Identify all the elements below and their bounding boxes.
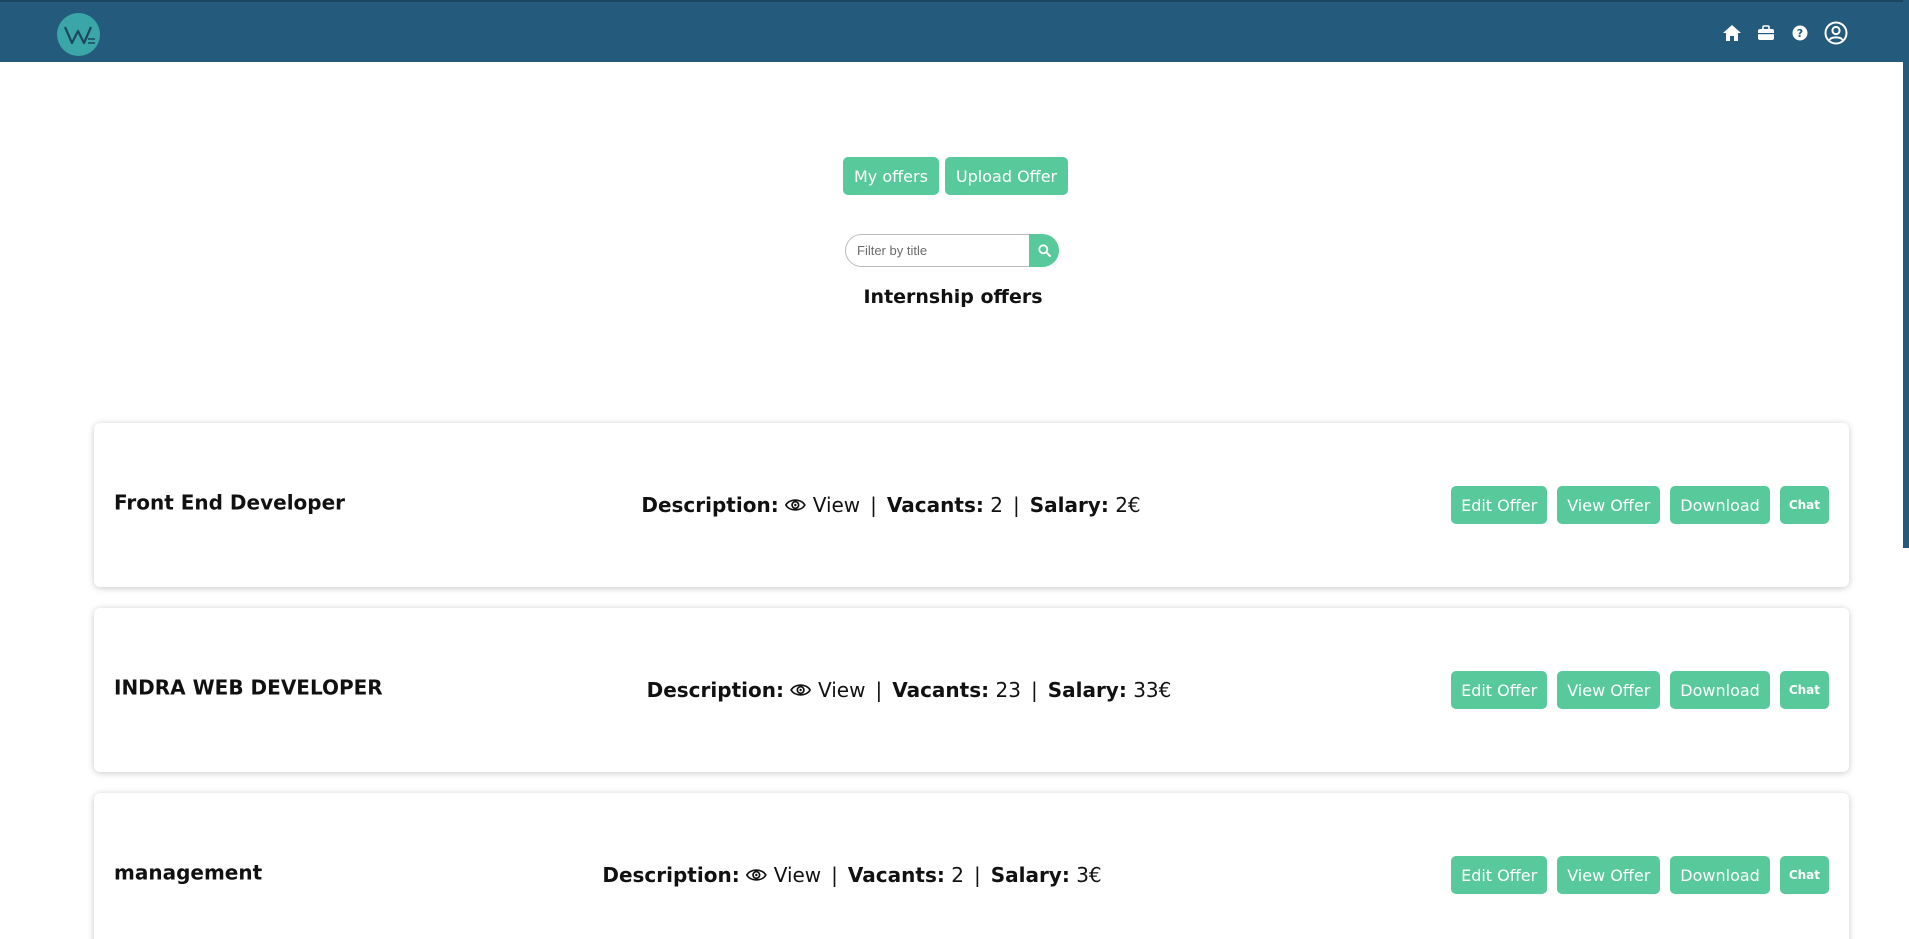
offer-meta: Description: View | Vacants: 2 | Salary:… — [641, 493, 1140, 517]
search-input[interactable] — [845, 234, 1029, 267]
offer-meta: Description: View | Vacants: 2 | Salary:… — [602, 863, 1101, 887]
eye-icon — [790, 682, 812, 698]
vacants-value: 2 — [951, 863, 964, 887]
offer-card: Front End Developer Description: View | … — [94, 423, 1849, 587]
view-description-link[interactable]: View — [818, 678, 865, 702]
separator: | — [1012, 493, 1020, 517]
edit-offer-button[interactable]: Edit Offer — [1451, 671, 1548, 709]
separator: | — [831, 863, 838, 887]
briefcase-icon[interactable] — [1755, 22, 1777, 44]
page-title: Internship offers — [863, 286, 1043, 308]
description-label: Description: — [646, 678, 784, 702]
top-navbar: ? — [0, 0, 1909, 62]
view-description-link[interactable]: View — [774, 863, 821, 887]
download-button[interactable]: Download — [1670, 671, 1770, 709]
search-icon — [1037, 244, 1051, 257]
view-offer-button[interactable]: View Offer — [1557, 486, 1661, 524]
nav-icons: ? — [1721, 20, 1849, 46]
salary-label: Salary: — [1029, 493, 1109, 517]
vacants-value: 2 — [990, 493, 1003, 517]
eye-icon — [746, 867, 768, 883]
logo-mark-icon — [63, 26, 95, 44]
download-button[interactable]: Download — [1670, 486, 1770, 524]
logo[interactable] — [57, 13, 100, 56]
offer-meta: Description: View | Vacants: 23 | Salary… — [647, 678, 1172, 702]
offer-title: management — [114, 860, 263, 885]
salary-value: 33€ — [1133, 678, 1172, 702]
edit-offer-button[interactable]: Edit Offer — [1451, 486, 1548, 524]
chat-button[interactable]: Chat — [1779, 486, 1829, 524]
search-button[interactable] — [1029, 234, 1059, 267]
eye-icon — [785, 497, 807, 513]
search-bar — [845, 234, 1059, 267]
chat-button[interactable]: Chat — [1779, 671, 1829, 709]
salary-label: Salary: — [1047, 678, 1127, 702]
offer-tabs: My offers Upload Offer — [843, 157, 1069, 195]
vacants-label: Vacants: — [892, 678, 990, 702]
upload-offer-button[interactable]: Upload Offer — [944, 157, 1069, 195]
description-label: Description: — [641, 493, 779, 517]
vacants-value: 23 — [995, 678, 1021, 702]
vacants-label: Vacants: — [886, 493, 984, 517]
offer-title: INDRA WEB DEVELOPER — [114, 675, 383, 700]
view-offer-button[interactable]: View Offer — [1557, 671, 1661, 709]
my-offers-button[interactable]: My offers — [843, 157, 939, 195]
salary-label: Salary: — [990, 863, 1070, 887]
offer-actions: Edit Offer View Offer Download Chat — [1451, 856, 1829, 894]
offer-title: Front End Developer — [114, 490, 346, 515]
separator: | — [973, 863, 981, 887]
home-icon[interactable] — [1721, 22, 1743, 44]
salary-value: 2€ — [1115, 493, 1141, 517]
separator: | — [1030, 678, 1038, 702]
user-icon[interactable] — [1823, 20, 1849, 46]
vacants-label: Vacants: — [847, 863, 945, 887]
description-label: Description: — [602, 863, 740, 887]
separator: | — [875, 678, 883, 702]
help-icon[interactable]: ? — [1789, 22, 1811, 44]
offer-card: INDRA WEB DEVELOPER Description: View | … — [94, 608, 1849, 772]
offer-card: management Description: View | Vacants: … — [94, 793, 1849, 939]
separator: | — [870, 493, 877, 517]
download-button[interactable]: Download — [1670, 856, 1770, 894]
salary-value: 3€ — [1076, 863, 1102, 887]
view-description-link[interactable]: View — [813, 493, 860, 517]
edit-offer-button[interactable]: Edit Offer — [1451, 856, 1548, 894]
offer-actions: Edit Offer View Offer Download Chat — [1451, 486, 1829, 524]
scrollbar[interactable] — [1903, 0, 1909, 548]
view-offer-button[interactable]: View Offer — [1557, 856, 1661, 894]
chat-button[interactable]: Chat — [1779, 856, 1829, 894]
svg-text:?: ? — [1797, 27, 1803, 40]
offer-actions: Edit Offer View Offer Download Chat — [1451, 671, 1829, 709]
